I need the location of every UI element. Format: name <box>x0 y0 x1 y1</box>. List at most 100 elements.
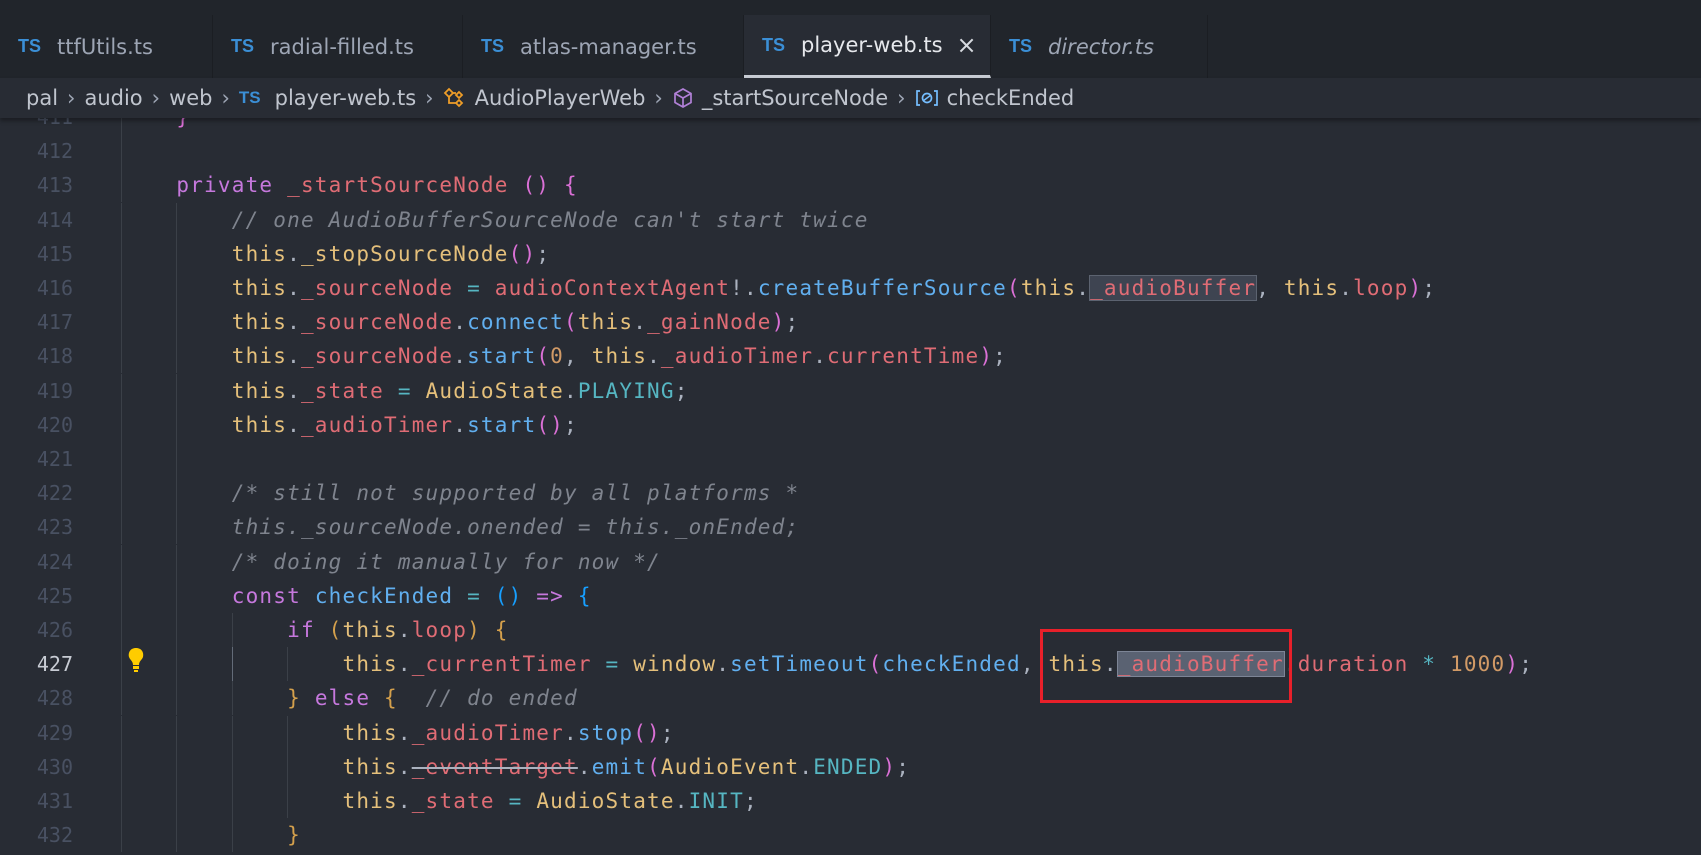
code-token: ( <box>328 618 343 642</box>
code-line[interactable]: 431 this._state = AudioState.INIT; <box>0 784 1701 818</box>
code-line[interactable]: 418 this._sourceNode.start(0, this._audi… <box>0 339 1701 374</box>
tab-ttfUtils-ts[interactable]: TS ttfUtils.ts <box>0 15 213 78</box>
code-token: _sourceNode <box>300 344 454 369</box>
code-token: checkEnded <box>882 652 1021 677</box>
code-token: ; <box>536 241 551 266</box>
code-line[interactable]: 421 <box>0 442 1701 476</box>
chevron-right-icon: › <box>897 86 906 110</box>
tab-player-web-ts[interactable]: TS player-web.ts × <box>744 15 991 78</box>
code-line[interactable]: 427 this._currentTimer = window.setTimeo… <box>0 647 1701 682</box>
code-token: _audioBuffer <box>1089 275 1258 301</box>
tab-atlas-manager-ts[interactable]: TS atlas-manager.ts <box>463 15 744 78</box>
code-token: ) <box>882 754 897 779</box>
code-token: _startSourceNode <box>287 173 509 198</box>
code-token: . <box>647 344 661 369</box>
code-token: this <box>342 754 398 779</box>
code-token: . <box>287 241 301 266</box>
code-token: . <box>287 412 301 437</box>
breadcrumb-item-method[interactable]: _startSourceNode <box>702 86 888 110</box>
lightbulb-icon[interactable] <box>126 646 146 674</box>
line-number: 415 <box>36 241 73 266</box>
code-line[interactable]: 430 this._eventTarget.emit(AudioEvent.EN… <box>0 749 1701 784</box>
code-token: { <box>564 173 578 198</box>
code-token: ; <box>785 310 800 335</box>
code-token: INIT <box>688 789 744 813</box>
code-text: this._currentTimer = window.setTimeout(c… <box>121 647 1533 681</box>
code-line[interactable]: 429 this._audioTimer.stop(); <box>0 715 1701 750</box>
line-number: 424 <box>36 549 73 574</box>
code-token: /* doing it manually for now */ <box>231 549 661 574</box>
code-token: ) <box>1408 276 1423 300</box>
code-text: this._sourceNode.connect(this._gainNode)… <box>121 305 799 339</box>
code-line[interactable]: 416 this._sourceNode = audioContextAgent… <box>0 271 1701 305</box>
tab-label: director.ts <box>1048 34 1154 59</box>
code-token: // do ended <box>425 686 578 711</box>
code-text: /* still not supported by all platforms … <box>121 476 799 510</box>
close-icon[interactable]: × <box>957 31 977 59</box>
code-token: = <box>494 789 537 813</box>
breadcrumb-item-audio[interactable]: audio <box>84 86 142 110</box>
code-token: . <box>397 754 412 779</box>
code-token: private <box>176 173 274 198</box>
code-line[interactable]: 428 } else { // do ended <box>0 681 1701 716</box>
code-text: } <box>121 818 301 852</box>
code-text: this._audioTimer.start(); <box>121 408 578 442</box>
code-token: if <box>287 618 315 642</box>
code-token: , <box>1256 276 1284 300</box>
code-text: this._sourceNode.onended = this._onEnded… <box>121 510 799 544</box>
breadcrumb-item-class[interactable]: AudioPlayerWeb <box>475 86 646 110</box>
code-token: = <box>453 276 495 300</box>
code-line[interactable]: 414 // one AudioBufferSourceNode can't s… <box>0 202 1701 237</box>
code-line[interactable]: 417 this._sourceNode.connect(this._gainN… <box>0 305 1701 340</box>
code-token: duration <box>1297 652 1409 677</box>
code-line[interactable]: 412 <box>0 134 1701 169</box>
code-token: } <box>287 823 301 848</box>
line-number: 413 <box>36 173 73 198</box>
tab-label: ttfUtils.ts <box>57 34 153 59</box>
code-line[interactable]: 423 this._sourceNode.onended = this._onE… <box>0 510 1701 545</box>
code-line[interactable]: 424 /* doing it manually for now */ <box>0 544 1701 579</box>
code-token: connect <box>467 310 564 335</box>
breadcrumb-item-pal[interactable]: pal <box>26 86 58 110</box>
code-token: _audioTimer <box>300 412 454 437</box>
code-text: this._audioTimer.stop(); <box>121 716 675 750</box>
tab-director-ts[interactable]: TS director.ts <box>991 15 1208 78</box>
code-token: } <box>287 686 301 711</box>
code-line[interactable]: 426 if (this.loop) { <box>0 613 1701 647</box>
line-number: 414 <box>36 207 73 232</box>
chevron-right-icon: › <box>151 86 161 110</box>
code-token: this <box>231 378 288 403</box>
code-line[interactable]: 419 this._state = AudioState.PLAYING; <box>0 373 1701 408</box>
code-line[interactable]: 422 /* still not supported by all platfo… <box>0 476 1701 511</box>
code-token: _state <box>411 789 495 813</box>
code-line[interactable]: 425 const checkEnded = () => { <box>0 578 1701 613</box>
code-line[interactable]: 432 } <box>0 818 1701 853</box>
code-line[interactable]: 420 this._audioTimer.start(); <box>0 407 1701 442</box>
code-token: ( <box>536 344 551 369</box>
tab-label: atlas-manager.ts <box>520 34 697 59</box>
code-editor[interactable]: 411 }412413 private _startSourceNode () … <box>0 100 1701 855</box>
code-line[interactable]: 415 this._stopSourceNode(); <box>0 236 1701 271</box>
class-icon <box>443 87 467 109</box>
line-number: 432 <box>36 823 73 848</box>
code-token: . <box>813 344 828 369</box>
code-token: * <box>1408 652 1450 677</box>
line-number: 419 <box>36 378 73 403</box>
code-token: { <box>494 618 509 642</box>
code-text: // one AudioBufferSourceNode can't start… <box>121 203 869 237</box>
breadcrumb-item-variable[interactable]: checkEnded <box>947 86 1075 110</box>
line-number: 418 <box>36 344 73 369</box>
code-token: = <box>453 583 495 608</box>
breadcrumb-item-web[interactable]: web <box>169 86 212 110</box>
tab-radial-filled-ts[interactable]: TS radial-filled.ts <box>213 15 463 78</box>
code-text: this._stopSourceNode(); <box>121 237 550 271</box>
code-line[interactable]: 413 private _startSourceNode () { <box>0 168 1701 203</box>
breadcrumb-item-file[interactable]: player-web.ts <box>275 86 417 110</box>
